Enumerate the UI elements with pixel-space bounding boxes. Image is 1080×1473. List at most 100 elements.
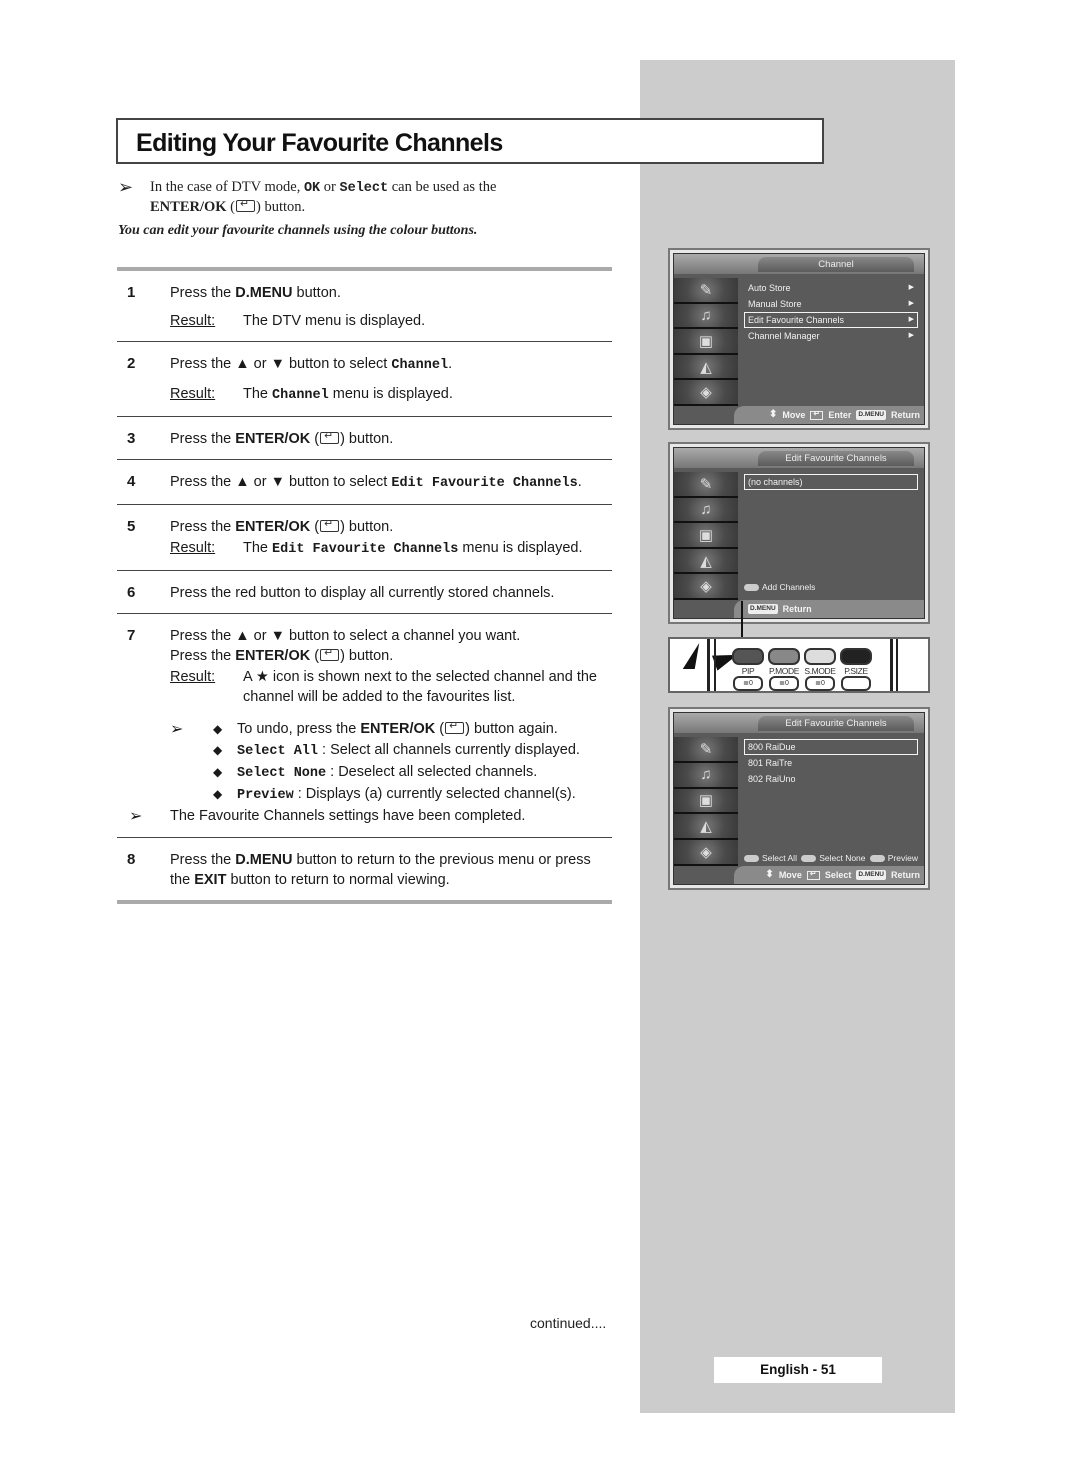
yellow-color-button[interactable] — [804, 648, 836, 665]
menu-item-label: Auto Store — [748, 283, 791, 293]
step-menu-name: Channel — [391, 358, 449, 373]
step-key: D.MENU — [235, 285, 293, 301]
result-label: Result: — [170, 669, 216, 685]
step-text: Press the — [170, 431, 232, 447]
smode-label: S.MODE — [804, 666, 836, 676]
select-none-action[interactable]: Select None — [801, 853, 866, 863]
footer-return: Return — [782, 604, 812, 614]
osd-title: Edit Favourite Channels — [758, 716, 914, 731]
menu-item-label: Manual Store — [748, 299, 802, 309]
step-text: Press the ▲ or ▼ button to select — [170, 474, 388, 490]
osd-header: Edit Favourite Channels — [674, 713, 924, 733]
channel-icon: ▣ — [674, 329, 738, 355]
remote-edge — [714, 639, 716, 691]
osd-header: Channel — [674, 254, 924, 274]
menu-item-label: Edit Favourite Channels — [748, 315, 845, 325]
pmode-label: P.MODE — [768, 666, 800, 676]
input-icon: ◈ — [674, 574, 738, 600]
enter-icon — [810, 408, 824, 420]
updown-icon: ⬍ — [765, 869, 774, 880]
bullet-icon: ◆ — [213, 722, 223, 736]
osd-title: Edit Favourite Channels — [758, 451, 914, 466]
step-key: D.MENU — [235, 852, 293, 868]
input-icon: ◈ — [674, 840, 738, 866]
channel-item[interactable]: (no channels) — [744, 474, 918, 490]
arrow-right-icon: ▶ — [908, 300, 914, 307]
osd-sidebar: ✎ ♫ ▣ ◭ ◈ — [674, 737, 738, 866]
dmenu-icon: D.MENU — [856, 870, 886, 880]
menu-item-auto-store[interactable]: Auto Store ▶ — [744, 280, 918, 296]
steps-list: 1 Press the D.MENU button. Result: The DT… — [117, 267, 612, 904]
result-text: The DTV menu is displayed. — [243, 313, 426, 329]
smode-sub-button[interactable]: ≣0 — [805, 676, 835, 691]
channel-icon: ▣ — [674, 788, 738, 815]
result-text: A ★ icon is shown next to the selected c… — [243, 669, 597, 705]
osd-actions: Add Channels — [744, 582, 918, 592]
preview-action[interactable]: Preview — [869, 853, 918, 863]
menu-item-manual-store[interactable]: Manual Store ▶ — [744, 296, 918, 312]
menu-item-channel-manager[interactable]: Channel Manager ▶ — [744, 328, 918, 344]
input-icon: ◈ — [674, 380, 738, 406]
blue-color-button[interactable] — [840, 648, 872, 665]
green-color-button[interactable] — [768, 648, 800, 665]
bullet-icon: ◆ — [213, 787, 223, 801]
osd-footer: ⬍ Move Select D.MENU Return — [734, 866, 924, 884]
footer-select: Select — [824, 870, 852, 880]
continued-text: continued.... — [530, 1315, 607, 1331]
channel-item[interactable]: 800 RaiDue — [744, 739, 918, 755]
channel-label: 802 RaiUno — [748, 774, 796, 784]
remote-edge — [707, 639, 710, 691]
channel-item[interactable]: 802 RaiUno — [744, 771, 918, 787]
title-box: Editing Your Favourite Channels — [116, 118, 824, 164]
step-5: 5 Press the ENTER/OK () button. Result:T… — [117, 505, 612, 571]
step-8: 8 Press the D.MENU button to return to t… — [117, 838, 612, 900]
osd-edit-favourites-empty: Edit Favourite Channels ✎ ♫ ▣ ◭ ◈ (no ch… — [668, 442, 930, 624]
step-text: . — [448, 356, 453, 372]
note-text: In the case of DTV mode, — [150, 179, 301, 195]
bottom-rule — [117, 900, 612, 904]
step-number: 5 — [127, 518, 136, 535]
footer-move: Move — [782, 410, 806, 420]
pip-label: PIP — [741, 666, 755, 676]
psize-sub-button[interactable] — [841, 676, 871, 691]
step-text: Press the ▲ or ▼ button to select — [170, 356, 388, 372]
program-icon: ✎ — [674, 472, 738, 498]
result-menu-name: Edit Favourite Channels — [272, 542, 459, 557]
remote-edge — [890, 639, 893, 691]
osd-sidebar: ✎ ♫ ▣ ◭ ◈ — [674, 472, 738, 600]
add-channels-action[interactable]: Add Channels — [744, 582, 815, 592]
step-number: 3 — [127, 430, 136, 447]
step-number: 6 — [127, 584, 136, 601]
step-number: 1 — [127, 284, 136, 301]
step-text: button. — [296, 285, 341, 301]
menu-item-edit-favourite-channels[interactable]: Edit Favourite Channels ▶ — [744, 312, 918, 328]
enter-icon — [236, 197, 256, 212]
select-all-action[interactable]: Select All — [744, 853, 797, 863]
tip-arrow-icon: ➢ — [129, 808, 143, 825]
red-button-icon — [744, 584, 759, 592]
dmenu-icon: D.MENU — [856, 410, 886, 420]
red-color-button[interactable] — [732, 648, 764, 665]
tip-text: To undo, press the — [237, 721, 357, 737]
osd-footer: D.MENU Return — [734, 600, 924, 618]
step-text: button. — [348, 431, 394, 447]
pmode-sub-button[interactable]: ≣0 — [769, 676, 799, 691]
channel-item[interactable]: 801 RaiTre — [744, 755, 918, 771]
result-text: menu is displayed. — [462, 540, 583, 556]
setup-icon: ◭ — [674, 548, 738, 575]
page-title: Editing Your Favourite Channels — [136, 129, 503, 157]
action-label: Preview — [887, 853, 918, 863]
tip-text: : Deselect all selected channels. — [330, 764, 538, 780]
result-menu-name: Channel — [272, 388, 329, 403]
enter-icon — [320, 646, 340, 661]
footer-enter: Enter — [828, 410, 852, 420]
pip-sub-button[interactable]: ≣0 — [733, 676, 763, 691]
note-button-word: button. — [264, 199, 306, 215]
osd-edit-favourites-list: Edit Favourite Channels ✎ ♫ ▣ ◭ ◈ 800 Ra… — [668, 707, 930, 890]
osd-footer: ⬍ Move Enter D.MENU Return — [734, 406, 924, 424]
setup-icon: ◭ — [674, 354, 738, 381]
arrow-right-icon: ▶ — [908, 284, 914, 291]
osd-channel-list: 800 RaiDue 801 RaiTre 802 RaiUno — [744, 739, 918, 787]
step-key: ENTER/OK — [235, 519, 311, 535]
step-text: . — [577, 474, 582, 490]
